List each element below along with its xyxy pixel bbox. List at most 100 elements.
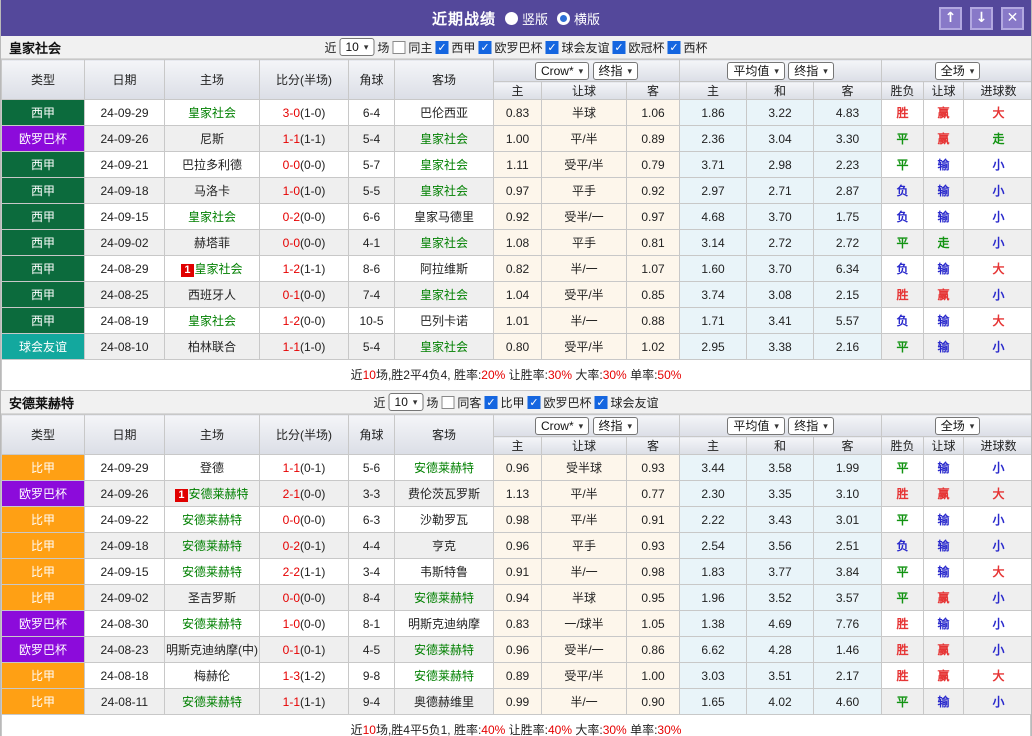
league-checkbox[interactable]: ✓ [667, 41, 680, 54]
corner-count: 7-4 [349, 282, 395, 308]
league-badge: 比甲 [2, 533, 85, 559]
match-date: 24-09-22 [85, 507, 165, 533]
full-time-score: 1-0 [283, 184, 300, 198]
away-odds: 1.07 [627, 256, 680, 282]
home-odds: 1.00 [494, 126, 542, 152]
result-goals: 小 [964, 637, 1032, 663]
away-team-name: 皇家社会 [420, 184, 468, 198]
column-header: 类型 [2, 415, 85, 455]
half-time-score: (0-0) [300, 314, 325, 328]
away-team: 费伦茨瓦罗斯 [395, 481, 494, 507]
chevron-down-icon: ▾ [823, 419, 828, 433]
match-date: 24-09-18 [85, 533, 165, 559]
home-odds: 0.80 [494, 334, 542, 360]
corner-count: 5-4 [349, 334, 395, 360]
home-team: 皇家社会 [165, 204, 260, 230]
home-team: 明斯克迪纳摩(中) [165, 637, 260, 663]
final-odds-select-value: 终指 [599, 419, 623, 433]
title-bar: 近期战绩 竖版 横版 ↑ ↓ ✕ [1, 0, 1031, 36]
full-time-score: 3-0 [283, 106, 300, 120]
final-odds-select[interactable]: 终指▾ [788, 417, 834, 435]
sub-column-header: 进球数 [964, 437, 1032, 455]
corner-count: 3-3 [349, 481, 395, 507]
summary-text: 大率: [572, 723, 603, 736]
league-badge: 西甲 [2, 178, 85, 204]
column-header: 主场 [165, 60, 260, 100]
final-odds-select[interactable]: 终指▾ [788, 62, 834, 80]
same-venue-checkbox[interactable] [441, 396, 454, 409]
league-checkbox[interactable]: ✓ [545, 41, 558, 54]
away-team-name: 皇家社会 [420, 132, 468, 146]
league-checkbox[interactable]: ✓ [594, 396, 607, 409]
average-select[interactable]: 平均值▾ [727, 417, 785, 435]
result-wdl: 负 [882, 256, 924, 282]
average-select[interactable]: 平均值▾ [727, 62, 785, 80]
scope-select[interactable]: 全场▾ [935, 62, 981, 80]
final-odds-select[interactable]: 终指▾ [593, 62, 639, 80]
result-handicap: 赢 [924, 585, 964, 611]
away-team-name: 安德莱赫特 [414, 591, 474, 605]
league-checkbox[interactable]: ✓ [478, 41, 491, 54]
result-handicap: 赢 [924, 663, 964, 689]
handicap-line: 平手 [542, 533, 627, 559]
same-venue-checkbox[interactable] [392, 41, 405, 54]
home-team-name: 登德 [200, 461, 224, 475]
result-handicap: 输 [924, 308, 964, 334]
page-title: 近期战绩 [432, 8, 496, 29]
live-marker: 1 [181, 264, 193, 277]
league-checkbox[interactable]: ✓ [527, 396, 540, 409]
result-goals: 大 [964, 256, 1032, 282]
home-team-name: 梅赫伦 [194, 669, 230, 683]
move-down-button[interactable]: ↓ [970, 7, 993, 30]
home-odds: 0.92 [494, 204, 542, 230]
handicap-line: 半/一 [542, 689, 627, 715]
close-button[interactable]: ✕ [1001, 7, 1024, 30]
league-checkbox[interactable]: ✓ [435, 41, 448, 54]
avg-home-odds: 1.96 [680, 585, 747, 611]
league-checkbox-label: 比甲 [500, 394, 524, 411]
away-odds: 0.81 [627, 230, 680, 256]
vertical-layout-radio[interactable]: 竖版 [505, 9, 548, 28]
full-time-score: 0-0 [283, 236, 300, 250]
score-cell: 1-2(1-1) [260, 256, 349, 282]
league-checkbox[interactable]: ✓ [612, 41, 625, 54]
league-checkbox[interactable]: ✓ [484, 396, 497, 409]
summary-text: 30% [548, 368, 572, 382]
home-team: 西班牙人 [165, 282, 260, 308]
score-cell: 0-0(0-0) [260, 230, 349, 256]
move-up-button[interactable]: ↑ [939, 7, 962, 30]
match-date: 24-08-30 [85, 611, 165, 637]
half-time-score: (1-0) [300, 340, 325, 354]
final-odds-select[interactable]: 终指▾ [593, 417, 639, 435]
bookmaker-select[interactable]: Crow*▾ [535, 417, 589, 435]
result-wdl: 平 [882, 455, 924, 481]
home-team-name: 巴拉多利德 [182, 158, 242, 172]
bookmaker-select[interactable]: Crow*▾ [535, 62, 589, 80]
rounds-select[interactable]: 10▾ [389, 393, 424, 411]
home-odds: 1.11 [494, 152, 542, 178]
avg-home-odds: 3.14 [680, 230, 747, 256]
avg-draw-odds: 4.02 [747, 689, 814, 715]
rounds-select[interactable]: 10▾ [340, 38, 375, 56]
away-team-name: 巴列卡诺 [420, 314, 468, 328]
avg-home-odds: 4.68 [680, 204, 747, 230]
league-checkbox-label: 西杯 [683, 39, 707, 56]
avg-home-odds: 6.62 [680, 637, 747, 663]
avg-draw-odds: 3.56 [747, 533, 814, 559]
full-time-score: 1-2 [283, 314, 300, 328]
horizontal-layout-radio[interactable]: 横版 [557, 9, 600, 28]
avg-away-odds: 4.60 [814, 689, 882, 715]
match-date: 24-08-10 [85, 334, 165, 360]
table-row: 比甲24-09-15安德莱赫特2-2(1-1)3-4韦斯特鲁0.91半/一0.9… [2, 559, 1032, 585]
filter-bar: 近10▾场同主✓西甲✓欧罗巴杯✓球会友谊✓欧冠杯✓西杯 [324, 38, 707, 56]
league-badge: 球会友谊 [2, 334, 85, 360]
scope-select[interactable]: 全场▾ [935, 417, 981, 435]
result-handicap: 走 [924, 230, 964, 256]
home-team-name: 明斯克迪纳摩(中) [166, 643, 258, 657]
away-team-name: 亨克 [432, 539, 456, 553]
home-team-name: 西班牙人 [188, 288, 236, 302]
avg-away-odds: 3.57 [814, 585, 882, 611]
avg-away-odds: 2.87 [814, 178, 882, 204]
league-badge: 欧罗巴杯 [2, 481, 85, 507]
away-team-name: 皇家社会 [420, 158, 468, 172]
